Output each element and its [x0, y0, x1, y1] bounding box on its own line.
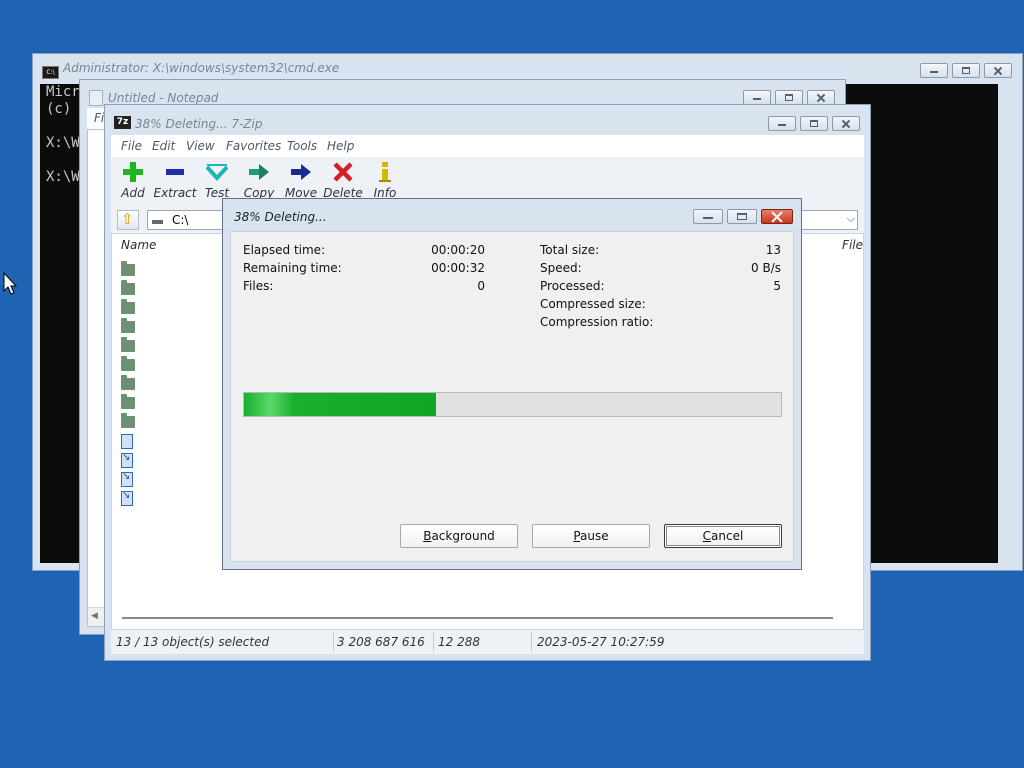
menu-tools[interactable]: Tools — [287, 139, 317, 153]
check-icon — [205, 161, 229, 183]
folder-up-button[interactable] — [117, 210, 139, 230]
mouse-cursor-icon — [3, 272, 17, 295]
menu-favorites[interactable]: Favorites — [226, 139, 281, 153]
folder-icon[interactable] — [121, 299, 135, 314]
sevenzip-logo-icon: 7z — [114, 116, 131, 129]
status-divider — [433, 632, 434, 652]
remaining-time-value: 00:00:32 — [431, 261, 485, 275]
delete-button[interactable]: Delete — [321, 161, 365, 200]
close-button[interactable] — [807, 90, 835, 105]
info-icon — [374, 161, 396, 183]
folder-icon[interactable] — [121, 337, 135, 352]
maximize-button[interactable] — [800, 116, 828, 131]
compression-ratio-label: Compression ratio: — [540, 315, 654, 329]
folder-icon[interactable] — [121, 261, 135, 276]
drive-icon — [152, 220, 163, 224]
move-arrow-icon — [290, 161, 312, 183]
elapsed-time-label: Elapsed time: — [243, 243, 326, 257]
minimize-button[interactable] — [920, 63, 948, 78]
copy-arrow-icon — [248, 161, 270, 183]
column-header-name[interactable]: Name — [121, 238, 156, 252]
progress-bar — [243, 392, 782, 417]
total-size-label: Total size: — [540, 243, 600, 257]
files-label: Files: — [243, 279, 274, 293]
status-size: 3 208 687 616 — [337, 635, 425, 649]
status-bar: 13 / 13 object(s) selected 3 208 687 616… — [111, 629, 864, 654]
maximize-button[interactable] — [727, 209, 757, 224]
info-button[interactable]: Info — [363, 161, 407, 200]
maximize-button[interactable] — [952, 63, 980, 78]
cancel-button[interactable]: Cancel — [664, 524, 782, 548]
close-button[interactable] — [984, 63, 1012, 78]
total-size-value: 13 — [765, 243, 781, 257]
file-shortcut-icon[interactable] — [121, 452, 133, 468]
status-divider — [333, 632, 334, 652]
scroll-left-icon[interactable]: ◀ — [91, 611, 98, 621]
address-value: C:\ — [172, 213, 189, 227]
sevenzip-titlebar[interactable]: 7z 38% Deleting... 7-Zip — [105, 105, 870, 133]
progress-fill — [244, 393, 436, 416]
list-hscrollbar[interactable] — [122, 617, 833, 619]
folder-icon[interactable] — [121, 394, 135, 409]
delete-progress-dialog[interactable]: 38% Deleting... Elapsed time: 00:00:20 R… — [222, 198, 802, 570]
dialog-body: Elapsed time: 00:00:20 Remaining time: 0… — [230, 231, 794, 562]
extract-button[interactable]: Extract — [153, 161, 197, 200]
folder-icon[interactable] — [121, 356, 135, 371]
processed-label: Processed: — [540, 279, 605, 293]
close-button[interactable] — [761, 209, 793, 224]
file-shortcut-icon[interactable] — [121, 471, 133, 487]
add-button[interactable]: Add — [111, 161, 155, 200]
copy-button[interactable]: Copy — [237, 161, 281, 200]
minus-icon — [164, 161, 186, 183]
compressed-size-label: Compressed size: — [540, 297, 646, 311]
folder-icon[interactable] — [121, 318, 135, 333]
status-divider — [531, 632, 532, 652]
processed-value: 5 — [773, 279, 781, 293]
menu-edit[interactable]: Edit — [152, 139, 175, 153]
folder-icon[interactable] — [121, 375, 135, 390]
move-button[interactable]: Move — [279, 161, 323, 200]
notepad-icon — [89, 90, 103, 106]
notepad-menu-file[interactable]: Fi — [94, 111, 104, 125]
minimize-button[interactable] — [743, 90, 771, 105]
dialog-title: 38% Deleting... — [234, 210, 327, 224]
delete-x-icon — [332, 161, 354, 183]
menu-view[interactable]: View — [186, 139, 215, 153]
elapsed-time-value: 00:00:20 — [431, 243, 485, 257]
speed-label: Speed: — [540, 261, 582, 275]
minimize-button[interactable] — [693, 209, 723, 224]
minimize-button[interactable] — [768, 116, 796, 131]
folder-icon[interactable] — [121, 413, 135, 428]
background-button[interactable]: Background — [400, 524, 518, 548]
plus-icon — [122, 161, 144, 183]
menu-file[interactable]: File — [121, 139, 142, 153]
folder-icon[interactable] — [121, 280, 135, 295]
sevenzip-title: 38% Deleting... 7-Zip — [135, 117, 263, 131]
status-selected: 13 / 13 object(s) selected — [116, 635, 270, 649]
sevenzip-menubar: File Edit View Favorites Tools Help — [111, 135, 864, 157]
maximize-button[interactable] — [775, 90, 803, 105]
chevron-down-icon[interactable]: ⌵ — [847, 212, 855, 226]
pause-button[interactable]: Pause — [532, 524, 650, 548]
dialog-titlebar[interactable]: 38% Deleting... — [223, 199, 801, 227]
speed-value: 0 B/s — [751, 261, 781, 275]
cmd-title: Administrator: X:\windows\system32\cmd.e… — [63, 61, 340, 75]
close-button[interactable] — [832, 116, 860, 131]
file-shortcut-icon[interactable] — [121, 490, 133, 506]
column-header-file[interactable]: File — [842, 238, 863, 252]
menu-help[interactable]: Help — [327, 139, 354, 153]
remaining-time-label: Remaining time: — [243, 261, 342, 275]
file-icon[interactable] — [121, 434, 133, 449]
files-value: 0 — [477, 279, 485, 293]
status-modified: 2023-05-27 10:27:59 — [537, 635, 665, 649]
cmd-icon: C:\ — [42, 66, 59, 79]
notepad-title: Untitled - Notepad — [108, 91, 219, 105]
status-packed-size: 12 288 — [438, 635, 480, 649]
cmd-titlebar[interactable]: C:\ Administrator: X:\windows\system32\c… — [33, 54, 1022, 82]
test-button[interactable]: Test — [195, 161, 239, 200]
